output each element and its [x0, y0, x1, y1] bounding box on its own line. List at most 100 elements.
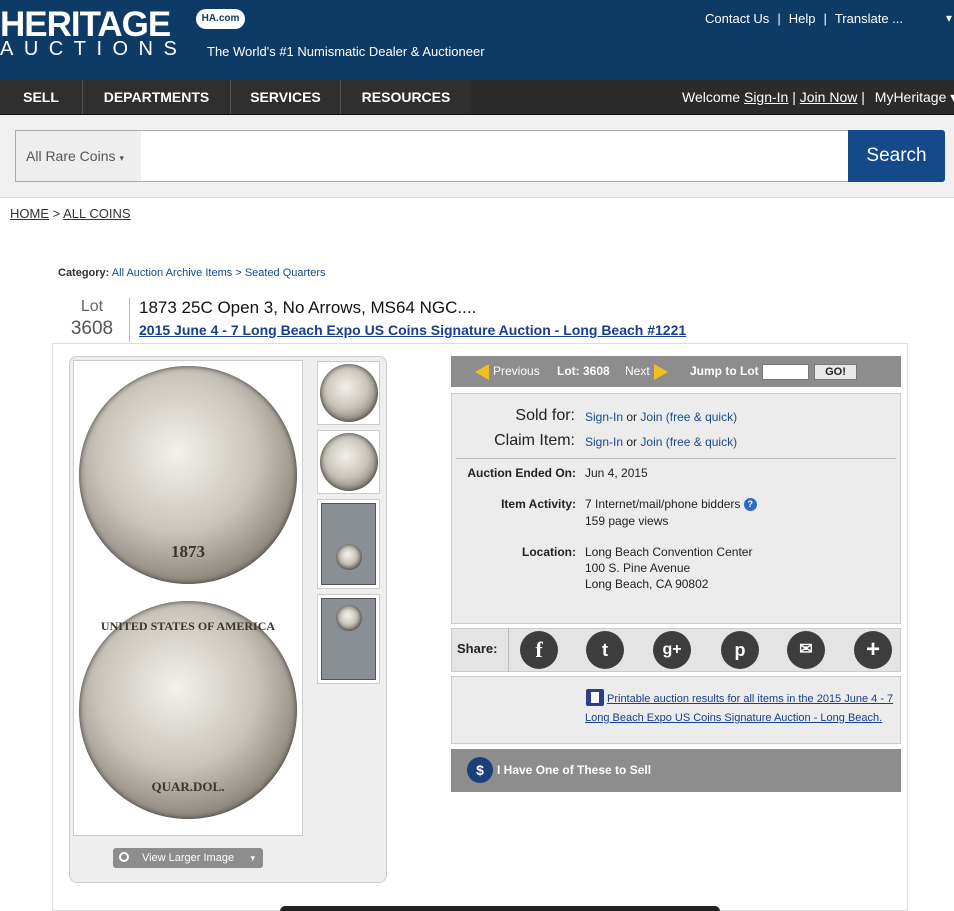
sell-yours-link[interactable]: I Have One of These to Sell — [497, 763, 651, 777]
main-nav: SELL DEPARTMENTS SERVICES RESOURCES Welc… — [0, 80, 954, 115]
search-bar: All Rare Coins ▾ Search — [0, 115, 954, 198]
view-larger-image-button[interactable]: View Larger Image ▾ — [113, 848, 263, 868]
category-label: Category: — [58, 267, 110, 279]
thumbnail-slab-back[interactable] — [317, 594, 380, 684]
thumb-coin — [320, 364, 378, 422]
logo-auctions[interactable]: AUCTIONS — [0, 38, 187, 61]
welcome-text: Welcome — [682, 89, 741, 105]
next-lot-button[interactable]: Next — [625, 356, 668, 387]
lot-label: Lot — [80, 298, 104, 315]
jump-to-lot-label: Jump to Lot — [690, 364, 759, 378]
auction-ended-value: Jun 4, 2015 — [585, 466, 648, 480]
slab-image — [321, 503, 376, 585]
translate-chevron-down-icon[interactable]: ▾ — [946, 11, 952, 25]
nav-sell[interactable]: SELL — [0, 80, 82, 114]
item-activity-label: Item Activity: — [501, 497, 576, 511]
go-button[interactable]: GO! — [814, 364, 857, 380]
thumbnail-obverse[interactable] — [317, 361, 380, 425]
sold-for-value: Sign-In or Join (free & quick) — [585, 410, 737, 424]
auction-link[interactable]: 2015 June 4 - 7 Long Beach Expo US Coins… — [139, 322, 686, 338]
coin-obverse: 1873 — [79, 366, 297, 584]
coin-year: 1873 — [171, 542, 205, 561]
facebook-icon[interactable]: f — [520, 631, 558, 669]
lot-number: 3608 — [70, 318, 114, 339]
main-coin-image[interactable]: 1873 UNITED STATES OF AMERICA QUAR.DOL. — [73, 360, 303, 836]
or-text: or — [626, 435, 638, 449]
thumbnail-reverse[interactable] — [317, 430, 380, 494]
breadcrumb-all-coins[interactable]: ALL COINS — [63, 206, 130, 221]
location-line-3: Long Beach, CA 90802 — [585, 577, 709, 591]
ha-com-badge[interactable]: HA.com — [196, 9, 245, 29]
bidders-count: 7 Internet/mail/phone bidders ? — [585, 497, 757, 512]
separator: | — [861, 89, 865, 105]
slab-image — [321, 598, 376, 680]
location-label: Location: — [522, 545, 576, 559]
join-now-link[interactable]: Join Now — [800, 89, 858, 105]
breadcrumb: HOME > ALL COINS — [10, 206, 131, 221]
breadcrumb-home[interactable]: HOME — [10, 206, 49, 221]
email-icon[interactable]: ✉ — [787, 631, 825, 669]
claim-item-label: Claim Item: — [494, 432, 575, 449]
sold-for-label: Sold for: — [515, 407, 575, 424]
lot-title: 1873 25C Open 3, No Arrows, MS64 NGC.... — [139, 298, 477, 317]
auction-ended-label: Auction Ended On: — [467, 466, 576, 480]
category-select-value: All Rare Coins — [26, 148, 116, 164]
plus-icon[interactable]: + — [854, 631, 892, 669]
slab-coin — [336, 544, 362, 570]
category-select[interactable]: All Rare Coins ▾ — [15, 130, 142, 182]
lot-divider — [129, 298, 130, 342]
join-link[interactable]: Join (free & quick) — [640, 410, 737, 424]
previous-label: Previous — [493, 364, 540, 378]
bidders-text: 7 Internet/mail/phone bidders — [585, 497, 741, 511]
jump-to-lot-input[interactable] — [762, 364, 809, 380]
sign-in-link[interactable]: Sign-In — [585, 435, 623, 449]
category-line: Category: All Auction Archive Items > Se… — [58, 267, 326, 279]
or-text: or — [626, 410, 638, 424]
help-link[interactable]: Help — [789, 11, 816, 26]
location-line-1: Long Beach Convention Center — [585, 545, 753, 559]
location-line-2: 100 S. Pine Avenue — [585, 561, 691, 575]
twitter-icon[interactable]: t — [586, 631, 624, 669]
search-input[interactable] — [141, 130, 849, 182]
search-icon — [119, 852, 129, 862]
translate-link[interactable]: Translate ... — [835, 11, 903, 26]
dollar-icon: $ — [467, 757, 493, 783]
coin-legend: UNITED STATES OF AMERICA — [100, 619, 276, 633]
category-archive-link[interactable]: All Auction Archive Items — [112, 267, 232, 279]
nav-services[interactable]: SERVICES — [231, 80, 340, 114]
nav-departments[interactable]: DEPARTMENTS — [83, 80, 230, 114]
thumbnail-slab-front[interactable] — [317, 499, 380, 589]
page-views: 159 page views — [585, 514, 669, 528]
thumb-coin — [320, 433, 378, 491]
google-plus-icon[interactable]: g+ — [653, 631, 691, 669]
join-link[interactable]: Join (free & quick) — [640, 435, 737, 449]
tagline: The World's #1 Numismatic Dealer & Aucti… — [207, 44, 485, 59]
category-seated-quarters-link[interactable]: Seated Quarters — [245, 267, 326, 279]
category-separator: > — [235, 267, 242, 279]
chevron-down-icon[interactable]: ▾ — [250, 848, 255, 868]
printable-results-link[interactable]: Printable auction results for all items … — [585, 690, 895, 728]
coin-reverse: UNITED STATES OF AMERICA QUAR.DOL. — [79, 601, 297, 819]
arrow-left-icon — [475, 363, 489, 380]
myheritage-menu[interactable]: MyHeritage ▾ — [875, 89, 954, 105]
page-bottom-edge — [280, 906, 720, 911]
arrow-right-icon — [653, 363, 668, 380]
separator: | — [792, 89, 796, 105]
current-lot: Lot: 3608 — [557, 364, 610, 378]
search-button[interactable]: Search — [848, 130, 945, 182]
sign-in-link[interactable]: Sign-In — [744, 89, 788, 105]
previous-lot-button[interactable]: Previous — [475, 356, 540, 387]
chevron-down-icon: ▾ — [119, 153, 125, 163]
coin-denomination: QUAR.DOL. — [151, 779, 225, 794]
nav-resources[interactable]: RESOURCES — [341, 80, 471, 114]
top-links: Contact Us | Help | Translate ... — [705, 11, 903, 26]
breadcrumb-separator: > — [52, 206, 61, 221]
help-icon[interactable]: ? — [743, 498, 757, 512]
info-divider — [456, 458, 896, 459]
share-label: Share: — [457, 641, 498, 656]
next-label: Next — [625, 364, 650, 378]
pinterest-icon[interactable]: p — [721, 631, 759, 669]
share-divider — [508, 628, 509, 672]
sign-in-link[interactable]: Sign-In — [585, 410, 623, 424]
contact-us-link[interactable]: Contact Us — [705, 11, 769, 26]
